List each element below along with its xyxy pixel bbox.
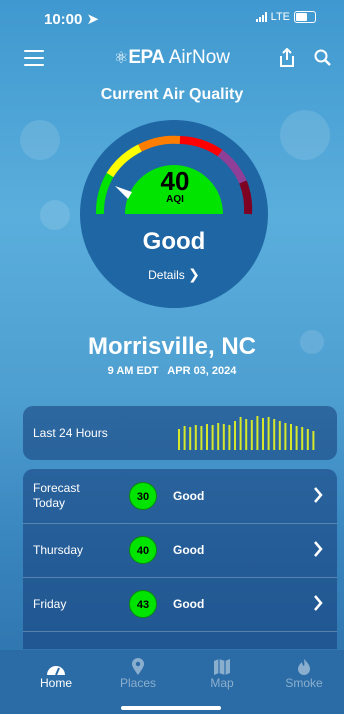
hourly-aqi-bar xyxy=(250,420,253,450)
map-icon xyxy=(214,659,230,675)
current-air-quality-title: Current Air Quality xyxy=(100,86,244,103)
home-indicator xyxy=(121,706,221,710)
location-arrow-icon: ➤ xyxy=(86,11,100,28)
hourly-aqi-bar xyxy=(228,425,231,450)
smoke-icon xyxy=(298,659,310,675)
home-icon xyxy=(47,666,65,676)
forecast-row-friday[interactable]: Friday 43 Good xyxy=(23,577,337,632)
hourly-aqi-bar xyxy=(301,427,304,450)
status-bar: 10:00 ➤ LTE xyxy=(0,0,344,34)
tab-smoke[interactable]: Smoke xyxy=(274,656,334,690)
forecast-list: Forecast Today 30 Good Thursday 40 Good … xyxy=(23,469,337,649)
forecast-condition: Good xyxy=(173,489,205,503)
forecast-day: Thursday xyxy=(33,543,84,557)
aqi-badge: 43 xyxy=(129,590,157,618)
aqi-badge: 40 xyxy=(129,536,157,564)
details-link[interactable]: Details ❯ xyxy=(80,266,268,283)
hourly-aqi-bar xyxy=(306,429,309,450)
tab-map[interactable]: Map xyxy=(192,656,252,690)
gauge-segment-very-unhealthy xyxy=(217,149,247,184)
forecast-condition: Good xyxy=(173,543,205,557)
aqi-category: Good xyxy=(142,228,206,255)
hourly-aqi-bar xyxy=(234,421,236,450)
aqi-value: 40 xyxy=(160,166,190,196)
search-icon[interactable] xyxy=(314,49,332,67)
location-name: Morrisville, NC xyxy=(87,333,257,360)
status-time: 10:00 ➤ xyxy=(44,11,100,28)
nav-bar: ⚛EPA AirNow xyxy=(0,44,344,74)
signal-icon xyxy=(255,12,267,22)
observation-datetime: 9 AM EDT APR 03, 2024 xyxy=(107,365,237,377)
hourly-aqi-bar xyxy=(290,424,292,450)
background-bokeh xyxy=(20,120,60,160)
gauge-segment-unhealthy xyxy=(179,136,223,157)
aqi-label: AQI xyxy=(166,194,184,205)
hourly-aqi-bar xyxy=(239,417,242,450)
aqi-gauge[interactable]: 40 AQI Good Details ❯ xyxy=(80,120,268,308)
last-24-hours-card[interactable]: Last 24 Hours xyxy=(23,406,337,460)
hourly-aqi-bar xyxy=(273,419,276,450)
hourly-aqi-bar xyxy=(211,425,214,450)
forecast-row-today[interactable]: Forecast Today 30 Good xyxy=(23,469,337,524)
hourly-aqi-bar xyxy=(194,425,197,450)
chevron-right-icon xyxy=(314,595,323,611)
last-24-hours-label: Last 24 Hours xyxy=(33,426,108,440)
hourly-aqi-bar xyxy=(206,424,208,450)
hourly-aqi-bar xyxy=(183,426,186,450)
forecast-row-thursday[interactable]: Thursday 40 Good xyxy=(23,523,337,578)
tab-bar: Home Places Map Smoke xyxy=(0,650,344,714)
tab-home[interactable]: Home xyxy=(26,656,86,690)
hourly-aqi-bar xyxy=(222,424,225,450)
hourly-aqi-bar xyxy=(278,421,281,450)
hourly-aqi-bar xyxy=(295,426,298,450)
chevron-right-icon xyxy=(314,487,323,503)
hourly-aqi-bar xyxy=(178,429,180,450)
hourly-aqi-bar xyxy=(217,423,220,450)
share-icon[interactable] xyxy=(278,48,296,68)
battery-icon xyxy=(294,11,316,23)
epa-logo-icon: ⚛ xyxy=(114,50,129,67)
hourly-aqi-bar xyxy=(267,417,270,450)
last-24-hours-chart xyxy=(178,416,315,450)
network-type: LTE xyxy=(270,11,290,23)
forecast-day: Forecast Today xyxy=(33,481,80,510)
hourly-aqi-bar xyxy=(284,423,287,450)
gauge-segment-hazardous xyxy=(239,180,253,215)
chevron-right-icon xyxy=(314,541,323,557)
background-bokeh xyxy=(280,110,330,160)
hourly-aqi-bar xyxy=(200,426,203,450)
location-pin-icon xyxy=(132,658,144,675)
hourly-aqi-bar xyxy=(189,427,192,450)
gauge-segment-good xyxy=(95,172,114,215)
forecast-day: Friday xyxy=(33,597,67,611)
chevron-right-icon: ❯ xyxy=(188,266,200,282)
aqi-badge: 30 xyxy=(129,482,157,510)
hourly-aqi-bar xyxy=(245,419,248,450)
hourly-aqi-bar xyxy=(262,418,264,450)
gauge-segment-usg xyxy=(138,135,181,152)
hourly-aqi-bar xyxy=(256,416,259,450)
background-bokeh xyxy=(40,200,70,230)
hourly-aqi-bar xyxy=(312,431,315,450)
forecast-condition: Good xyxy=(173,597,205,611)
tab-places[interactable]: Places xyxy=(108,656,168,690)
